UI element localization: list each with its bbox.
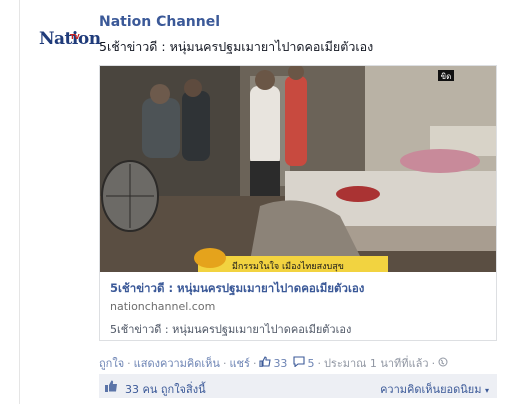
top-comments-dropdown[interactable]: ความคิดเห็นยอดนิยม ▾ <box>380 380 489 398</box>
globe-icon <box>438 357 448 370</box>
likes-summary-bar: 33 คน ถูกใจสิ่งนี้ ความคิดเห็นยอดนิยม ▾ <box>99 374 497 398</box>
share-link[interactable]: แชร์ <box>229 354 249 372</box>
video-thumbnail[interactable]: ขิด มีกรรมในใจ เมืองไทยสงบสุข <box>100 66 496 272</box>
post-text: 5เช้าข่าวดี : หนุ่มนครปฐมเมายาไปาดคอเมีย… <box>99 39 374 54</box>
timestamp[interactable]: ประมาณ 1 นาทีที่แล้ว <box>324 354 429 372</box>
page-name-link[interactable]: Nation Channel <box>99 14 220 30</box>
separator: · <box>252 356 257 370</box>
separator: · <box>431 356 436 370</box>
link-title[interactable]: 5เช้าข่าวดี : หนุ่มนครปฐมเมายาไปาดคอเมีย… <box>110 280 364 298</box>
thumbs-up-icon <box>259 356 272 370</box>
like-link[interactable]: ถูกใจ <box>99 354 124 372</box>
link-description: 5เช้าข่าวดี : หนุ่มนครปฐมเมายาไปาดคอเมีย… <box>110 323 352 336</box>
channel-watermark: ขิด <box>441 72 452 81</box>
caret-down-icon: ▾ <box>484 386 489 395</box>
link-domain: nationchannel.com <box>110 300 216 313</box>
post-actions: ถูกใจ · แสดงความคิดเห็น · แชร์ · 33 5 · … <box>99 354 448 372</box>
thumbs-up-icon <box>104 378 118 397</box>
feed-left-border <box>19 0 20 404</box>
top-comments-label: ความคิดเห็นยอดนิยม <box>380 383 482 396</box>
comment-link[interactable]: แสดงความคิดเห็น <box>134 354 220 372</box>
video-frame-illustration: ขิด มีกรรมในใจ เมืองไทยสงบสุข <box>100 66 496 272</box>
separator: · <box>222 356 227 370</box>
separator: · <box>127 356 131 370</box>
like-summary-text[interactable]: 33 คน ถูกใจสิ่งนี้ <box>125 380 206 398</box>
like-count[interactable]: 33 <box>273 357 287 370</box>
video-caption-banner: มีกรรมในใจ เมืองไทยสงบสุข <box>232 261 344 272</box>
link-attachment[interactable]: ขิด มีกรรมในใจ เมืองไทยสงบสุข 5เช้าข่าวด… <box>99 65 497 341</box>
avatar-logo-tv: TV <box>70 33 80 41</box>
separator: · <box>317 356 321 370</box>
comment-bubble-icon <box>293 356 305 370</box>
comment-count[interactable]: 5 <box>307 357 314 370</box>
page-avatar[interactable]: Nation TV <box>39 27 101 51</box>
